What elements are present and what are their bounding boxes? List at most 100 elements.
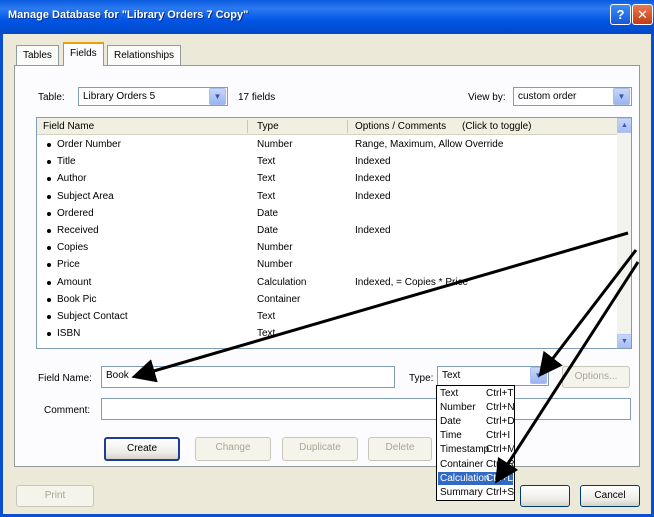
column-header-type[interactable]: Type bbox=[257, 121, 279, 132]
type-select-value: Text bbox=[442, 370, 461, 381]
view-by-select[interactable]: custom order ▼ bbox=[513, 87, 632, 106]
chevron-down-icon[interactable]: ▼ bbox=[209, 88, 226, 105]
comment-label: Comment: bbox=[44, 405, 91, 416]
table-row[interactable]: Received Date Indexed bbox=[37, 224, 617, 239]
column-header-toggle-hint[interactable]: (Click to toggle) bbox=[462, 121, 531, 132]
menu-item-text[interactable]: Text Ctrl+T bbox=[438, 387, 514, 400]
window-title: Manage Database for "Library Orders 7 Co… bbox=[8, 9, 249, 21]
bullet-icon bbox=[47, 211, 51, 216]
menu-item-shortcut: Ctrl+N bbox=[486, 402, 515, 414]
bullet-icon bbox=[47, 315, 51, 319]
table-row[interactable]: Copies Number bbox=[37, 241, 617, 256]
tab-label: Relationships bbox=[114, 50, 175, 61]
scroll-down-icon[interactable]: ▼ bbox=[617, 334, 631, 348]
menu-item-label: Text bbox=[440, 388, 459, 399]
field-list[interactable]: Field Name Type Options / Comments (Clic… bbox=[36, 117, 632, 349]
table-row[interactable]: Title Text Indexed bbox=[37, 155, 617, 170]
menu-item-container[interactable]: Container Ctrl+R bbox=[438, 458, 515, 471]
field-options-cell: Indexed bbox=[355, 173, 391, 185]
menu-item-shortcut: Ctrl+I bbox=[486, 430, 511, 442]
field-name-cell: Received bbox=[57, 225, 99, 236]
table-row[interactable]: Price Number bbox=[37, 258, 617, 273]
menu-item-summary[interactable]: Summary Ctrl+S bbox=[438, 486, 515, 499]
table-row[interactable]: Ordered Date bbox=[37, 207, 617, 222]
menu-item-label: Summary bbox=[440, 486, 483, 498]
cancel-button-label: Cancel bbox=[594, 490, 626, 501]
cancel-button[interactable]: Cancel bbox=[580, 485, 640, 507]
field-type-cell: Number bbox=[257, 259, 293, 271]
scroll-up-icon[interactable]: ▲ bbox=[617, 118, 631, 133]
menu-item-calculation[interactable]: Calculation Ctrl+L bbox=[438, 471, 513, 485]
menu-item-shortcut: Ctrl+L bbox=[486, 472, 513, 484]
title-bar[interactable]: Manage Database for "Library Orders 7 Co… bbox=[0, 0, 654, 34]
column-header-options[interactable]: Options / Comments bbox=[355, 121, 446, 132]
change-button-label: Change bbox=[215, 442, 251, 453]
menu-item-number[interactable]: Number Ctrl+N bbox=[438, 401, 515, 414]
menu-item-label: Calculation bbox=[440, 472, 490, 484]
field-type-cell: Text bbox=[257, 328, 276, 340]
field-type-cell: Number bbox=[257, 139, 293, 150]
menu-item-timestamp[interactable]: Timestamp Ctrl+M bbox=[438, 443, 516, 456]
menu-item-shortcut: Ctrl+T bbox=[486, 388, 514, 399]
table-row[interactable]: Order Number Number Range, Maximum, Allow … bbox=[37, 138, 617, 153]
view-by-label: View by: bbox=[468, 92, 506, 103]
table-row[interactable]: Amount Calculation Indexed, = Copies * Pri… bbox=[37, 276, 617, 291]
duplicate-button[interactable]: Duplicate bbox=[282, 437, 358, 461]
options-button[interactable]: Options... bbox=[562, 366, 630, 388]
table-row[interactable]: Author Text Indexed bbox=[37, 172, 617, 187]
field-type-cell: Date bbox=[257, 225, 279, 236]
print-button[interactable]: Print bbox=[16, 485, 94, 507]
help-icon[interactable]: ? bbox=[610, 4, 631, 25]
table-select[interactable]: Library Orders 5 ▼ bbox=[78, 87, 228, 106]
table-row[interactable]: ISBN Text bbox=[37, 327, 617, 342]
field-name-cell: Title bbox=[57, 156, 76, 168]
create-button[interactable]: Create bbox=[104, 437, 180, 461]
menu-item-date[interactable]: Date Ctrl+D bbox=[438, 415, 515, 428]
close-icon[interactable]: ✕ bbox=[632, 4, 653, 25]
field-name-cell: Ordered bbox=[57, 207, 94, 219]
bullet-icon bbox=[47, 143, 51, 147]
table-row[interactable]: Subject Contact Text bbox=[37, 310, 617, 325]
list-scrollbar[interactable]: ▲ ▼ bbox=[617, 118, 631, 348]
menu-item-time[interactable]: Time Ctrl+I bbox=[438, 429, 513, 442]
tab-fields[interactable]: Fields bbox=[63, 42, 104, 66]
menu-item-shortcut: Ctrl+S bbox=[486, 486, 515, 498]
chevron-down-icon[interactable]: ▼ bbox=[530, 367, 547, 384]
field-name-cell: Author bbox=[57, 173, 87, 185]
column-header-field-name[interactable]: Field Name bbox=[43, 121, 94, 132]
ok-button[interactable] bbox=[520, 485, 570, 507]
print-button-label: Print bbox=[44, 490, 66, 501]
field-options-cell: Range, Maximum, Allow Override bbox=[355, 139, 504, 150]
comment-input[interactable] bbox=[101, 398, 631, 420]
list-header[interactable]: Field Name Type Options / Comments (Clic… bbox=[37, 118, 617, 135]
tab-tables[interactable]: Tables bbox=[16, 45, 59, 65]
options-button-label: Options... bbox=[574, 371, 618, 382]
bullet-icon bbox=[47, 160, 51, 165]
field-type-cell: Text bbox=[257, 156, 276, 168]
type-select[interactable]: Text ▼ bbox=[437, 366, 549, 386]
bullet-icon bbox=[47, 194, 51, 199]
bullet-icon bbox=[47, 246, 51, 251]
bullet-icon bbox=[47, 297, 51, 302]
chevron-down-icon[interactable]: ▼ bbox=[613, 88, 630, 105]
delete-button[interactable]: Delete bbox=[368, 437, 432, 461]
field-options-cell: Indexed bbox=[355, 225, 391, 236]
table-row[interactable]: Subject Area Text Indexed bbox=[37, 190, 617, 205]
table-row[interactable]: Book Pic Container bbox=[37, 293, 617, 308]
change-button[interactable]: Change bbox=[195, 437, 271, 461]
menu-item-label: Date bbox=[440, 416, 462, 428]
table-label: Table: bbox=[38, 92, 65, 103]
field-name-input[interactable]: Book bbox=[101, 366, 395, 388]
view-by-value: custom order bbox=[518, 91, 577, 102]
menu-item-shortcut: Ctrl+R bbox=[486, 458, 515, 470]
bullet-icon bbox=[47, 280, 51, 285]
type-dropdown-menu[interactable]: Text Ctrl+T Number Ctrl+N Date Ctrl+D Time Ctrl… bbox=[436, 385, 516, 501]
menu-item-shortcut: Ctrl+D bbox=[486, 416, 515, 428]
tab-label: Fields bbox=[70, 48, 97, 59]
menu-item-label: Container bbox=[440, 458, 484, 470]
tab-relationships[interactable]: Relationships bbox=[107, 45, 182, 65]
table-select-value: Library Orders 5 bbox=[83, 91, 156, 102]
field-options-cell: Indexed bbox=[355, 190, 391, 202]
field-type-cell: Text bbox=[257, 173, 276, 185]
field-options-cell: Indexed bbox=[355, 156, 391, 168]
